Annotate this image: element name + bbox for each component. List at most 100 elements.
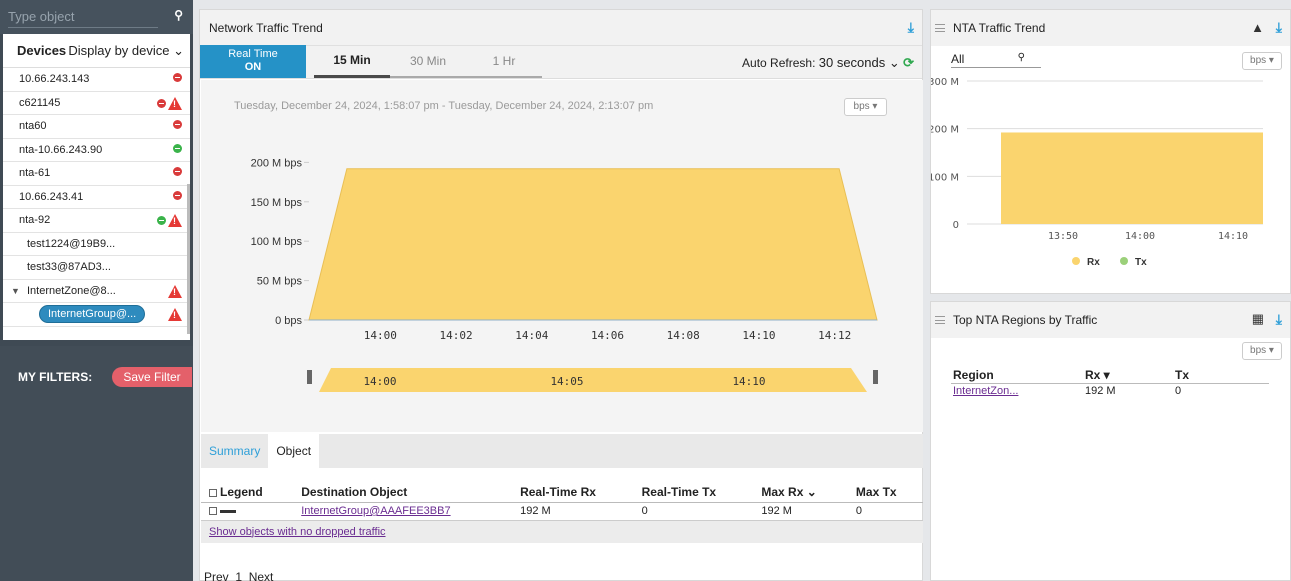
x-tick-label: 14:00 [364, 329, 397, 342]
object-section: Summary Object Legend Destination Object… [201, 434, 923, 581]
realtime-toggle[interactable]: Real Time ON [200, 45, 306, 78]
navigator-label: 14:10 [732, 375, 765, 388]
tab-1-hr[interactable]: 1 Hr [466, 45, 542, 78]
device-item[interactable]: nta-92 [3, 209, 190, 233]
status-up-icon [157, 216, 166, 225]
navigator-label: 14:05 [550, 375, 583, 388]
search-input[interactable] [8, 6, 158, 28]
selected-object-pill[interactable]: InternetGroup@... [39, 305, 146, 324]
search-icon[interactable]: ⚲ [1018, 52, 1025, 63]
device-label: test1224@19B9... [27, 237, 116, 250]
next-link[interactable]: Next [249, 570, 274, 581]
search-icon[interactable]: ⚲ [174, 8, 183, 22]
alert-icon [168, 96, 182, 110]
status-down-icon [173, 190, 182, 200]
device-label: c621145 [19, 96, 61, 109]
col-max-tx[interactable]: Max Tx [847, 482, 923, 503]
collapse-triangle-icon[interactable]: ▼ [11, 286, 20, 296]
max-rx-cell: 192 M [753, 502, 848, 521]
x-tick-label: 14:10 [1218, 231, 1248, 242]
network-traffic-panel: Network Traffic Trend ⤓ Real Time ON 15 … [199, 9, 923, 581]
drag-handle-icon[interactable] [935, 316, 945, 324]
region-filter-input[interactable]: All ⚲ [951, 52, 1041, 68]
devices-label: Devices [17, 43, 67, 58]
device-child-item[interactable]: ▼ InternetZone@8... [3, 280, 190, 303]
col-tx[interactable]: Tx [1173, 367, 1269, 384]
y-tick-label: 0 bps [275, 315, 302, 327]
download-icon[interactable]: ⤓ [1276, 19, 1282, 36]
x-tick-label: 13:50 [1048, 231, 1078, 242]
download-icon[interactable]: ⤓ [1276, 311, 1282, 328]
status-down-icon [173, 167, 182, 176]
tab-15-min[interactable]: 15 Min [314, 45, 390, 78]
alert-icon [168, 284, 182, 298]
y-tick-label: 100 M bps [251, 236, 303, 248]
tab-object[interactable]: Object [268, 434, 320, 468]
device-item[interactable]: 10.66.243.143 [3, 68, 190, 92]
auto-refresh: Auto Refresh: 30 seconds ⌄ ⟳ [742, 55, 914, 71]
legend-marker [1072, 257, 1080, 265]
realtime-state: ON [244, 61, 262, 73]
traffic-area-chart: 0 bps 50 M bps 100 M bps 150 M bps 200 M bps… [251, 157, 878, 392]
auto-refresh-dropdown[interactable]: 30 seconds ⌄ [819, 55, 900, 70]
legend-label: Rx [1087, 257, 1100, 268]
device-item[interactable]: 10.66.243.41 [3, 186, 190, 209]
unit-dropdown[interactable]: bps ▾ [1242, 342, 1282, 360]
device-item[interactable]: nta60 [3, 115, 190, 139]
panel-title: Network Traffic Trend [200, 10, 922, 46]
sort-chevron-icon[interactable]: ⌄ [807, 485, 817, 499]
col-region[interactable]: Region [951, 367, 1083, 384]
device-label: test33@87AD3... [27, 261, 111, 274]
drag-handle-icon[interactable] [935, 24, 945, 32]
tab-30-min[interactable]: 30 Min [390, 45, 466, 78]
device-child-item[interactable]: test1224@19B9... [3, 233, 190, 256]
object-table: Legend Destination Object Real-Time Rx R… [201, 482, 923, 521]
filters-label: MY FILTERS: [18, 370, 93, 384]
download-icon[interactable]: ⤓ [908, 19, 914, 36]
legend-marker [1120, 257, 1128, 265]
display-by-dropdown[interactable]: Display by device ⌄ [68, 43, 184, 59]
table-view-icon[interactable]: ▦ [1252, 311, 1264, 327]
save-filter-button[interactable]: Save Filter [112, 367, 192, 387]
col-rx[interactable]: Rx ▾ [1083, 367, 1173, 384]
region-link[interactable]: InternetZon... [953, 385, 1018, 397]
area-chart-icon[interactable]: ▲ [1251, 20, 1264, 35]
device-item[interactable]: nta-10.66.243.90 [3, 139, 190, 162]
auto-refresh-label: Auto Refresh: [742, 56, 816, 70]
legend-cell [201, 502, 294, 521]
filter-value: All [951, 52, 965, 66]
table-header-row: Legend Destination Object Real-Time Rx R… [201, 482, 923, 503]
navigator-right-handle [873, 370, 878, 384]
row-checkbox[interactable] [209, 507, 217, 516]
table-row: InternetGroup@AAAFEE3BB7 192 M 0 192 M 0 [201, 502, 923, 521]
destination-object-link[interactable]: InternetGroup@AAAFEE3BB7 [301, 505, 450, 517]
col-max-rx[interactable]: Max Rx ⌄ [753, 482, 848, 503]
show-objects-link[interactable]: Show objects with no dropped traffic [209, 526, 386, 538]
rx-cell: 192 M [1085, 384, 1116, 397]
col-realtime-rx[interactable]: Real-Time Rx [512, 482, 634, 503]
navigator-label: 14:00 [363, 375, 396, 388]
legend-checkbox[interactable] [209, 488, 217, 497]
x-tick-label: 14:00 [1125, 231, 1155, 242]
x-tick-label: 14:08 [667, 329, 700, 342]
col-realtime-tx[interactable]: Real-Time Tx [633, 482, 754, 503]
device-item[interactable]: c621145 [3, 92, 190, 115]
col-legend[interactable]: Legend [201, 482, 294, 503]
y-tick-label: 200 M [931, 125, 959, 136]
sidebar: ⚲ Devices Display by device ⌄ 10.66.243.… [0, 0, 193, 581]
realtime-label: Real Time [228, 48, 278, 60]
prev-link[interactable]: Prev [204, 570, 229, 581]
page-number[interactable]: 1 [235, 570, 242, 581]
refresh-icon[interactable]: ⟳ [903, 55, 914, 70]
device-panel-scrollbar[interactable] [187, 184, 190, 334]
col-destination-object[interactable]: Destination Object [293, 482, 513, 503]
tab-summary[interactable]: Summary [201, 434, 268, 468]
y-tick-label: 50 M bps [257, 276, 303, 288]
realtime-rx-cell: 192 M [512, 502, 634, 521]
device-child-item[interactable]: test33@87AD3... [3, 256, 190, 280]
device-child-item-selected[interactable]: InternetGroup@... [3, 303, 190, 327]
destination-object-cell: InternetGroup@AAAFEE3BB7 [293, 502, 513, 521]
device-item[interactable]: nta-61 [3, 162, 190, 186]
device-label: InternetZone@8... [27, 284, 116, 297]
unit-dropdown[interactable]: bps ▾ [1242, 52, 1282, 70]
